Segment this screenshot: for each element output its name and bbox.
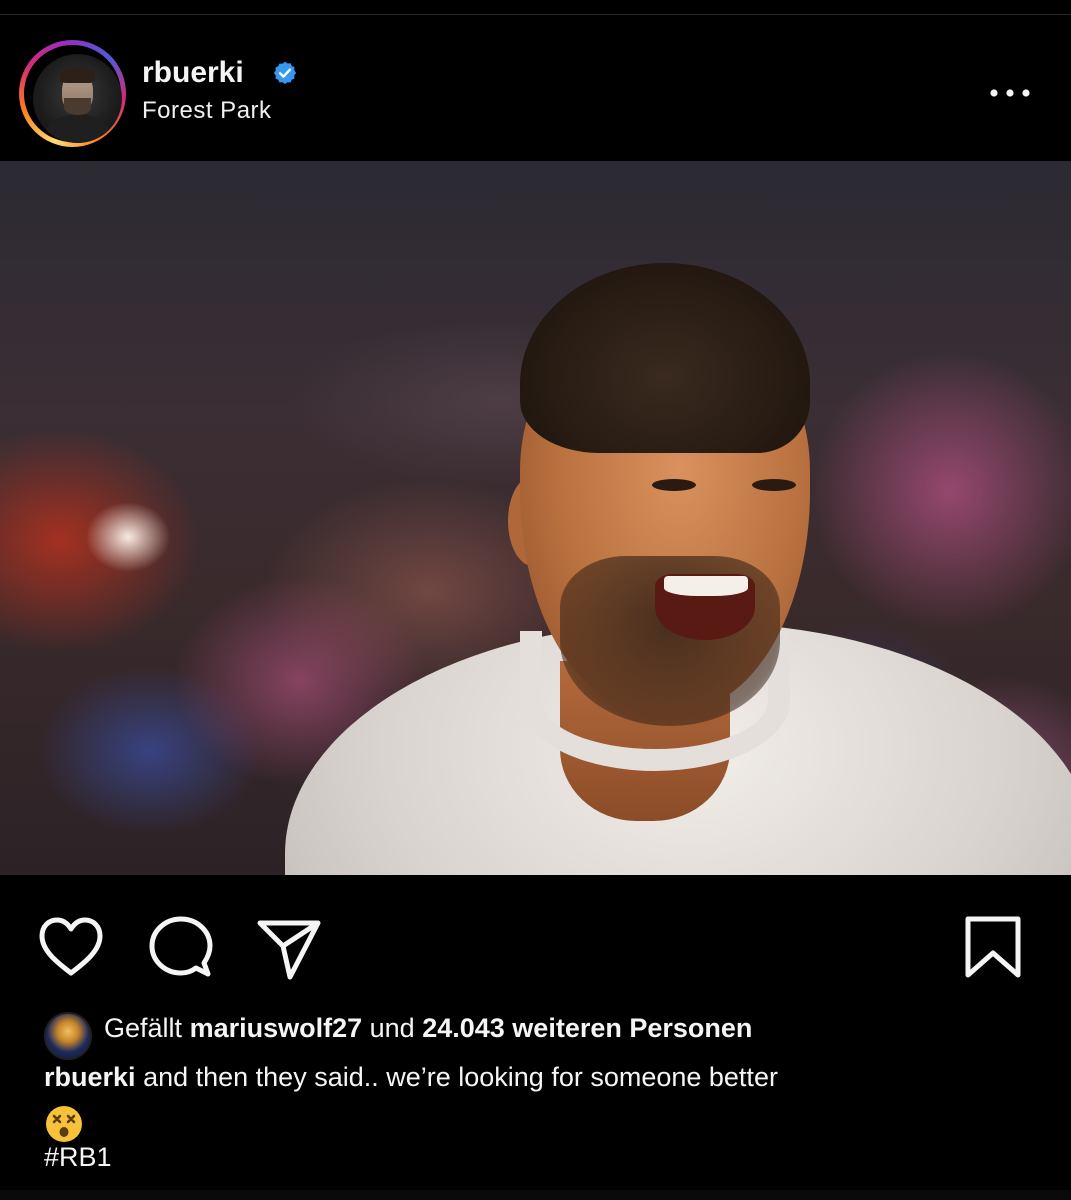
- caption-hashtag[interactable]: #RB1: [44, 1142, 112, 1173]
- more-options-icon[interactable]: [985, 83, 1035, 103]
- heart-icon[interactable]: [36, 913, 106, 983]
- likes-connector: und: [369, 1013, 415, 1043]
- next-post-edge: [0, 1190, 1071, 1200]
- author-avatar[interactable]: [33, 54, 122, 143]
- likes-prefix: Gefällt: [104, 1013, 183, 1043]
- post-caption: rbuerki and then they said.. we’re looki…: [44, 1060, 1044, 1144]
- verified-badge-icon: [273, 61, 297, 85]
- send-icon[interactable]: [254, 913, 324, 983]
- comment-icon[interactable]: [146, 913, 216, 983]
- story-ring[interactable]: [19, 40, 126, 147]
- caption-username[interactable]: rbuerki: [44, 1062, 136, 1092]
- bookmark-icon[interactable]: [958, 913, 1028, 983]
- post-header: rbuerki Forest Park: [0, 15, 1071, 161]
- post-location[interactable]: Forest Park: [142, 97, 272, 125]
- likes-summary[interactable]: Gefällt mariuswolf27 und 24.043 weiteren…: [44, 1009, 1044, 1060]
- dizzy-face-emoji-icon: [46, 1106, 82, 1142]
- liker-avatar[interactable]: [44, 1012, 92, 1060]
- post-actions: [0, 875, 1071, 1005]
- author-username[interactable]: rbuerki: [142, 56, 244, 90]
- caption-text: and then they said.. we’re looking for s…: [143, 1062, 778, 1092]
- likes-count[interactable]: 24.043 weiteren Personen: [422, 1013, 752, 1043]
- post-photo[interactable]: [0, 161, 1071, 875]
- first-liker-username[interactable]: mariuswolf27: [190, 1013, 363, 1043]
